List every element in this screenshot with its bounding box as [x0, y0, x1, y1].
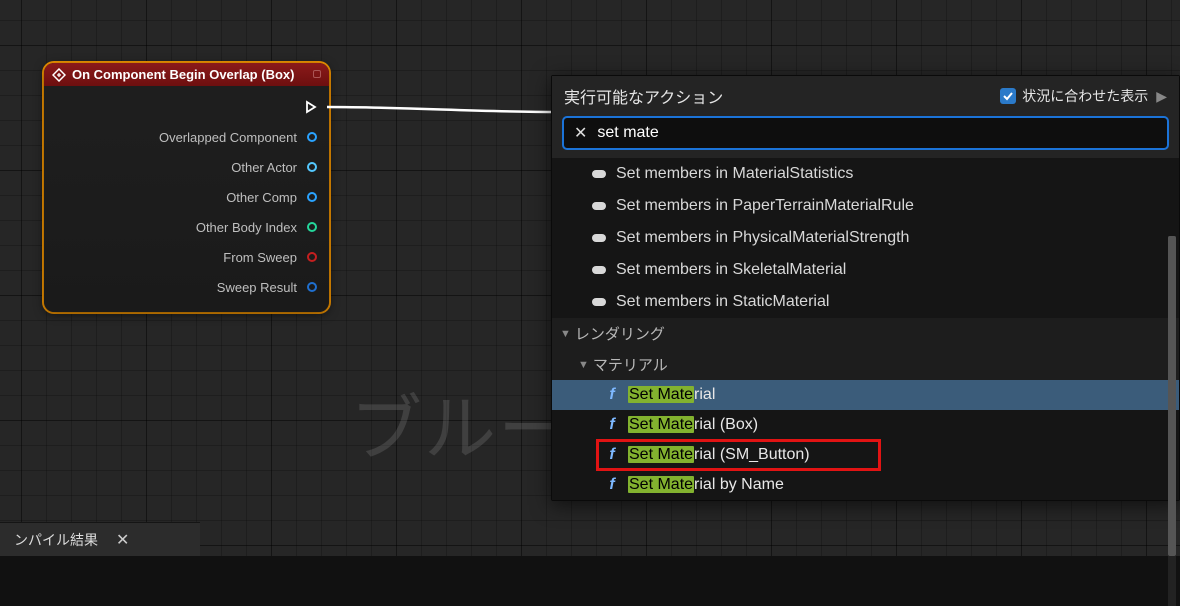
output-pin-row: Sweep Result: [54, 272, 319, 302]
action-result-function[interactable]: f Set Material (Box): [552, 410, 1179, 440]
function-icon: f: [606, 416, 618, 434]
function-icon: f: [606, 386, 618, 404]
action-result-struct[interactable]: Set members in MaterialStatistics: [552, 158, 1179, 190]
pin-label: Other Actor: [231, 160, 297, 175]
output-pin-row: Overlapped Component: [54, 122, 319, 152]
data-pin-icon[interactable]: [305, 220, 319, 234]
search-box: ✕: [562, 116, 1169, 150]
result-label: Set Material: [628, 386, 715, 404]
output-pin-row: Other Actor: [54, 152, 319, 182]
scrollbar[interactable]: [1168, 236, 1176, 606]
event-diamond-icon: [52, 68, 66, 82]
action-menu: 実行可能なアクション 状況に合わせた表示 ▶ ✕ Set members in …: [551, 75, 1180, 501]
close-icon[interactable]: ✕: [116, 530, 129, 550]
output-pin-row: Other Body Index: [54, 212, 319, 242]
compile-results-tab[interactable]: ンパイル結果 ✕: [0, 522, 200, 556]
chevron-down-icon: ▼: [578, 359, 589, 371]
output-pin-row: From Sweep: [54, 242, 319, 272]
chevron-right-icon: ▶: [1156, 88, 1167, 105]
data-pin-icon[interactable]: [305, 190, 319, 204]
tab-label: ンパイル結果: [14, 530, 98, 550]
exec-pin-icon[interactable]: [305, 100, 319, 114]
pin-label: Other Comp: [226, 190, 297, 205]
watermark-text: ブルー: [350, 370, 572, 475]
result-label: Set members in PhysicalMaterialStrength: [616, 229, 909, 247]
action-result-function[interactable]: f Set Material by Name: [552, 470, 1179, 500]
node-header[interactable]: On Component Begin Overlap (Box): [44, 63, 329, 86]
category-material[interactable]: ▼ マテリアル: [552, 349, 1179, 380]
output-pin-row: Other Comp: [54, 182, 319, 212]
data-pin-icon[interactable]: [305, 130, 319, 144]
result-label: Set members in StaticMaterial: [616, 293, 829, 311]
struct-pill-icon: [592, 298, 606, 306]
category-rendering[interactable]: ▼ レンダリング: [552, 318, 1179, 349]
action-result-struct[interactable]: Set members in StaticMaterial: [552, 286, 1179, 318]
result-label: Set Material by Name: [628, 476, 784, 494]
action-result-function[interactable]: f Set Material: [552, 380, 1179, 410]
category-label: レンダリング: [575, 323, 665, 344]
node-breakpoint-icon: [313, 70, 321, 78]
action-menu-header: 実行可能なアクション 状況に合わせた表示 ▶: [552, 76, 1179, 114]
checkbox-icon: [1000, 88, 1016, 104]
output-pin-row: [54, 92, 319, 122]
struct-pill-icon: [592, 234, 606, 242]
action-result-struct[interactable]: Set members in PhysicalMaterialStrength: [552, 222, 1179, 254]
action-result-struct[interactable]: Set members in PaperTerrainMaterialRule: [552, 190, 1179, 222]
action-menu-title: 実行可能なアクション: [564, 84, 723, 108]
result-label: Set Material (SM_Button): [628, 446, 810, 464]
node-title: On Component Begin Overlap (Box): [72, 67, 294, 82]
data-pin-icon[interactable]: [305, 280, 319, 294]
struct-pill-icon: [592, 170, 606, 178]
action-result-struct[interactable]: Set members in SkeletalMaterial: [552, 254, 1179, 286]
result-label: Set members in MaterialStatistics: [616, 165, 853, 183]
pin-label: From Sweep: [223, 250, 297, 265]
struct-pill-icon: [592, 266, 606, 274]
function-icon: f: [606, 446, 618, 464]
node-body: Overlapped Component Other Actor Other Com…: [44, 86, 329, 312]
results-list: Set members in MaterialStatistics Set mem…: [552, 158, 1179, 500]
pin-label: Sweep Result: [217, 280, 297, 295]
pin-label: Overlapped Component: [159, 130, 297, 145]
context-sensitive-toggle[interactable]: 状況に合わせた表示 ▶: [1000, 86, 1167, 106]
search-input[interactable]: [597, 124, 1157, 142]
data-pin-icon[interactable]: [305, 250, 319, 264]
chevron-down-icon: ▼: [560, 328, 571, 340]
action-result-function[interactable]: f Set Material (SM_Button): [552, 440, 1179, 470]
scroll-thumb[interactable]: [1168, 236, 1176, 556]
result-label: Set members in SkeletalMaterial: [616, 261, 846, 279]
category-label: マテリアル: [593, 354, 668, 375]
clear-search-icon[interactable]: ✕: [574, 123, 587, 143]
struct-pill-icon: [592, 202, 606, 210]
result-label: Set members in PaperTerrainMaterialRule: [616, 197, 914, 215]
pin-label: Other Body Index: [196, 220, 297, 235]
event-node[interactable]: On Component Begin Overlap (Box) Overlap…: [44, 63, 329, 312]
context-sensitive-label: 状況に合わせた表示: [1022, 86, 1148, 106]
data-pin-icon[interactable]: [305, 160, 319, 174]
result-label: Set Material (Box): [628, 416, 758, 434]
function-icon: f: [606, 476, 618, 494]
